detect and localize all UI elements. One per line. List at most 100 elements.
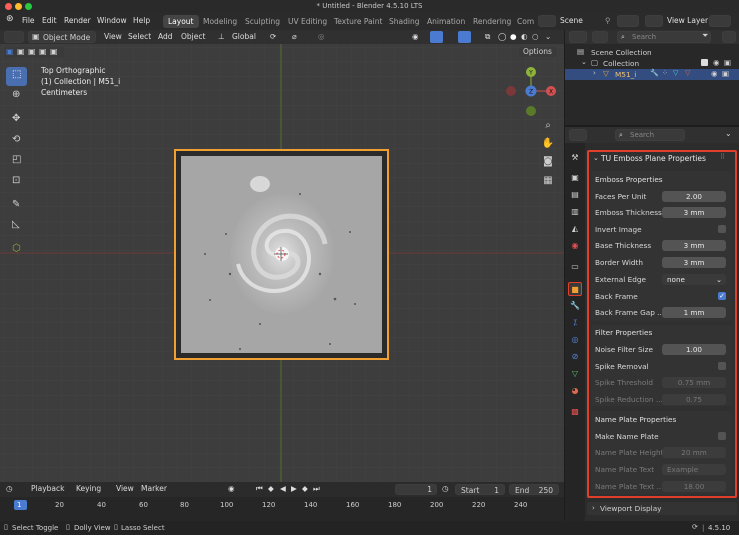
menu-keying[interactable]: Keying [76, 484, 101, 493]
back-frame-gap-field[interactable]: 1 mm [662, 307, 726, 318]
shading-options-icon[interactable]: ⌄ [545, 32, 551, 41]
collapse-arrow-icon[interactable]: ⌄ [581, 58, 587, 66]
outliner-editor-icon[interactable] [569, 31, 587, 43]
new-scene-button[interactable] [617, 15, 639, 27]
output-tab-icon[interactable]: ▤ [568, 188, 582, 202]
clock-icon[interactable]: ◷ [442, 484, 449, 493]
transform-orientation-icon[interactable]: ⊥ [218, 32, 225, 41]
visibility-icon[interactable]: ◉ [412, 32, 419, 41]
pin-icon[interactable]: ⚲ [605, 16, 611, 25]
scene-name[interactable]: Scene [560, 16, 583, 25]
timeline-editor-icon[interactable]: ◷ [6, 484, 13, 493]
add-cube-tool[interactable]: ⬡ [6, 241, 27, 260]
scene-tab-icon[interactable]: ◭ [568, 222, 582, 236]
move-tool[interactable]: ✥ [6, 111, 27, 130]
pan-hand-icon[interactable]: ✋ [541, 137, 555, 151]
noise-filter-size-field[interactable]: 1.00 [662, 344, 726, 355]
menu-add[interactable]: Add [158, 32, 173, 41]
menu-file[interactable]: File [22, 16, 35, 25]
prev-keyframe-icon[interactable]: ◆ [268, 484, 274, 493]
modifier-tab-icon[interactable]: 🔧 [568, 299, 582, 313]
view-layer-tab-icon[interactable]: ▥ [568, 205, 582, 219]
spike-reduction-field[interactable]: 0.75 [662, 394, 726, 405]
eye-icon[interactable]: ◉ [711, 69, 718, 78]
menu-help[interactable]: Help [133, 16, 150, 25]
end-frame-field[interactable]: End 250 [509, 484, 559, 495]
border-width-field[interactable]: 3 mm [662, 257, 726, 268]
shading-material-icon[interactable]: ◐ [521, 32, 528, 41]
outliner-row-collection[interactable]: ⌄ ▢ Collection ◉ ▣ [567, 58, 737, 69]
menu-timeline-view[interactable]: View [116, 484, 134, 493]
current-frame-field[interactable]: 1 [395, 484, 437, 495]
data-tab-icon[interactable]: ▽ [568, 367, 582, 381]
faces-per-unit-field[interactable]: 2.00 [662, 191, 726, 202]
tab-uv-editing[interactable]: UV Editing [283, 15, 332, 28]
jump-end-icon[interactable]: ⏭ [313, 484, 320, 494]
play-icon[interactable]: ▶ [291, 484, 297, 493]
outliner-row-scene-collection[interactable]: ▤ Scene Collection [567, 47, 737, 58]
camera-icon[interactable]: ▣ [722, 69, 729, 78]
tab-shading[interactable]: Shading [384, 15, 424, 28]
menu-render[interactable]: Render [64, 16, 91, 25]
start-frame-field[interactable]: Start 1 [455, 484, 505, 495]
eye-icon[interactable]: ◉ [713, 58, 720, 67]
timeline-scrubber[interactable]: 1 20 40 60 80 100 120 140 160 180 200 22… [0, 497, 564, 521]
editor-type-icon[interactable] [4, 31, 24, 43]
camera-icon[interactable]: ▣ [724, 58, 731, 67]
tab-animation[interactable]: Animation [422, 15, 470, 28]
name-plate-height-field[interactable]: 20 mm [662, 447, 726, 458]
new-view-layer-button[interactable] [709, 15, 731, 27]
menu-playback[interactable]: Playback [31, 484, 64, 493]
view-layer-selector-icon[interactable] [645, 15, 663, 27]
new-collection-icon[interactable] [722, 31, 736, 43]
object-tab-icon[interactable]: ■ [568, 282, 582, 296]
3d-viewport[interactable]: Y X Z Top Orthographic (1) Collection | … [0, 44, 564, 482]
tab-texture-paint[interactable]: Texture Paint [329, 15, 387, 28]
menu-select[interactable]: Select [128, 32, 151, 41]
properties-search[interactable]: ⌕ Search [615, 129, 685, 141]
blender-logo-icon[interactable]: ⊛ [6, 14, 14, 24]
tab-sculpting[interactable]: Sculpting [240, 15, 285, 28]
play-reverse-icon[interactable]: ◀ [280, 484, 286, 493]
drag-handle-icon[interactable]: ⠿ [720, 153, 725, 161]
invert-image-checkbox[interactable] [718, 225, 726, 233]
expand-arrow-icon[interactable]: › [593, 69, 596, 77]
emboss-panel-header[interactable]: ⌄ TU Emboss Plane Properties ⠿ [589, 152, 735, 166]
snap-icon[interactable]: ⌀ [292, 32, 297, 41]
menu-edit[interactable]: Edit [42, 16, 57, 25]
render-tab-icon[interactable]: ▣ [568, 171, 582, 185]
make-name-plate-checkbox[interactable] [718, 432, 726, 440]
collapse-arrow-icon[interactable]: ⌄ [593, 154, 599, 162]
filter-icon[interactable]: ⏷ [702, 31, 708, 41]
texture-tab-icon[interactable]: ▩ [568, 405, 582, 419]
view-layer-name[interactable]: View Layer [667, 16, 708, 25]
menu-window[interactable]: Window [97, 16, 127, 25]
tab-layout[interactable]: Layout [163, 15, 199, 28]
options-dropdown[interactable]: Options [518, 46, 558, 58]
select-box-tool[interactable]: ⬚ [6, 67, 27, 86]
menu-object[interactable]: Object [181, 32, 205, 41]
spike-threshold-field[interactable]: 0.75 mm [662, 377, 726, 388]
scene-selector-icon[interactable] [538, 15, 556, 27]
mode-dropdown[interactable]: Object Mode ▣ [28, 31, 96, 43]
properties-editor-icon[interactable] [569, 129, 587, 141]
shading-rendered-icon[interactable]: ○ [532, 32, 539, 41]
world-tab-icon[interactable]: ◉ [568, 239, 582, 253]
gizmo-toggle-icon[interactable] [430, 31, 443, 43]
tool-tab-icon[interactable]: ⚒ [568, 151, 582, 165]
back-frame-checkbox[interactable]: ✓ [718, 292, 726, 300]
outliner-row-m51[interactable]: › ▽ M51_i 🔧 ⁘ ▽ ▽ ◉ ▣ [565, 69, 739, 80]
record-icon[interactable]: ◉ [228, 484, 235, 493]
measure-tool[interactable]: ◺ [6, 217, 27, 236]
shading-solid-icon[interactable]: ● [510, 32, 517, 41]
camera-view-icon[interactable]: ◙ [541, 155, 555, 169]
overlay-toggle-icon[interactable] [458, 31, 471, 43]
scale-tool[interactable]: ◰ [6, 152, 27, 171]
name-plate-text-field[interactable]: Example [662, 464, 726, 475]
exclude-checkbox[interactable] [701, 59, 708, 66]
cursor-tool[interactable]: ⊕ [6, 87, 27, 106]
particles-tab-icon[interactable]: ⁒ [568, 316, 582, 330]
viewport-display-panel[interactable]: › Viewport Display [587, 502, 737, 515]
collection-tab-icon[interactable]: ▭ [568, 260, 582, 274]
tab-rendering[interactable]: Rendering [468, 15, 516, 28]
